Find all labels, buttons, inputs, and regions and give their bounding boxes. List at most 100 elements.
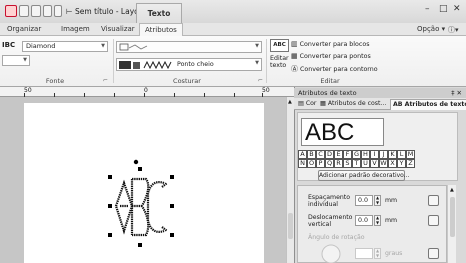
stitch-type-combo[interactable]: Ponto cheio ▼ xyxy=(116,58,262,71)
convert-blocks-button[interactable]: ▥ Converter para blocos xyxy=(291,40,370,48)
letter-key[interactable]: K xyxy=(388,150,397,159)
scroll-up-icon[interactable]: ▲ xyxy=(288,99,292,105)
font-size-combo[interactable]: ▼ xyxy=(2,55,30,66)
edit-text-line1: Editar xyxy=(270,55,289,62)
letter-key[interactable]: Y xyxy=(397,159,406,168)
letter-key[interactable]: S xyxy=(343,159,352,168)
title-bar: ⊢ Sem título - Layou... Texto – □ ✕ xyxy=(0,0,466,23)
options-menu[interactable]: Opção ▾ xyxy=(417,25,445,33)
vertical-offset-field[interactable]: 0.0 xyxy=(355,215,373,226)
spacing-stepper[interactable]: ▲ ▼ xyxy=(374,195,381,206)
letter-key[interactable]: E xyxy=(334,150,343,159)
tab-atributos[interactable]: Atributos xyxy=(139,23,183,37)
customize-quickaccess-icon[interactable] xyxy=(54,5,62,17)
letter-key[interactable]: U xyxy=(361,159,370,168)
maximize-button[interactable]: □ xyxy=(439,4,448,14)
letter-key[interactable]: V xyxy=(370,159,379,168)
panel-title-bar: Atributos de texto ‡ ✕ xyxy=(294,88,466,98)
convert-stitches-button[interactable]: ▦ Converter para pontos xyxy=(291,52,371,60)
convert-outline-button[interactable]: Ⓐ Converter para contorno xyxy=(291,64,378,74)
tab-organizar[interactable]: Organizar xyxy=(7,25,41,33)
spacing-apply-icon[interactable] xyxy=(428,195,439,206)
letter-key[interactable]: X xyxy=(388,159,397,168)
tab-atributos-costura[interactable]: ▦ Atributos de cost... xyxy=(318,99,388,110)
tab-atributos-texto[interactable]: AB Atributos de texto xyxy=(390,99,466,110)
font-combo-value: Diamond xyxy=(26,42,56,50)
letter-key[interactable]: D xyxy=(325,150,334,159)
edit-text-label[interactable]: Editar texto xyxy=(270,55,289,69)
rotation-label: Ângulo de rotação xyxy=(308,234,365,241)
spacing-label-line2: individual xyxy=(308,201,339,208)
chevron-down-icon: ▼ xyxy=(255,60,259,66)
letter-key[interactable]: A xyxy=(298,150,307,159)
text-path-combo[interactable]: ▼ xyxy=(116,41,262,53)
spacing-field[interactable]: 0.0 xyxy=(355,195,373,206)
chevron-down-icon: ▼ xyxy=(255,43,259,49)
convert-stitches-label: Converter para pontos xyxy=(299,53,371,60)
font-combo[interactable]: Diamond ▼ xyxy=(22,41,108,52)
letter-key[interactable]: H xyxy=(361,150,370,159)
ruler-label: 50 xyxy=(24,87,32,94)
letter-key[interactable]: C xyxy=(316,150,325,159)
text-properties: Espaçamento individual 0.0 ▲ ▼ mm Desloca… xyxy=(297,185,447,263)
tab-cor[interactable]: ▤ Cor xyxy=(296,99,318,110)
letter-key[interactable]: M xyxy=(406,150,415,159)
group-separator xyxy=(113,39,114,83)
panel-pin-close-icon[interactable]: ‡ ✕ xyxy=(451,88,462,98)
tab-imagem[interactable]: Imagem xyxy=(61,25,90,33)
dialog-launcher-icon[interactable]: ⌐ xyxy=(258,77,263,84)
context-tab-texto[interactable]: Texto xyxy=(136,3,182,23)
embroidery-hoop[interactable] xyxy=(24,103,264,263)
letter-key[interactable]: T xyxy=(352,159,361,168)
letter-key[interactable]: N xyxy=(298,159,307,168)
letter-key[interactable]: R xyxy=(334,159,343,168)
letter-key[interactable]: W xyxy=(379,159,388,168)
spacing-label: Espaçamento individual xyxy=(308,194,350,208)
convert-blocks-label: Converter para blocos xyxy=(299,41,370,48)
redo-icon[interactable] xyxy=(43,5,52,17)
font-glyph-icon: IBC xyxy=(2,41,16,49)
color-swatch-icon: ▤ xyxy=(298,100,304,107)
letter-key[interactable]: F xyxy=(343,150,352,159)
scrollbar-thumb[interactable] xyxy=(450,197,455,237)
scrollbar-thumb[interactable] xyxy=(288,213,293,239)
letter-key[interactable]: G xyxy=(352,150,361,159)
app-logo-icon[interactable] xyxy=(5,5,17,17)
vertical-offset-apply-icon[interactable] xyxy=(428,215,439,226)
letter-key[interactable]: Q xyxy=(325,159,334,168)
letter-grid[interactable]: ABCDEFGHIJKLM NOPQRSTUVWXYZ xyxy=(298,150,418,168)
letter-key[interactable]: B xyxy=(307,150,316,159)
panel-vertical-scrollbar[interactable]: ▲ xyxy=(447,185,456,263)
letter-key[interactable]: O xyxy=(307,159,316,168)
scroll-up-icon[interactable]: ▲ xyxy=(450,187,454,193)
letter-key[interactable]: J xyxy=(379,150,388,159)
undo-icon[interactable] xyxy=(31,5,41,17)
edit-text-abc-icon[interactable]: ABC xyxy=(270,39,289,52)
letter-key[interactable]: Z xyxy=(406,159,415,168)
vertical-offset-stepper[interactable]: ▲ ▼ xyxy=(374,215,381,226)
text-path-icon xyxy=(119,43,148,51)
canvas-vertical-scrollbar[interactable]: ▲ xyxy=(286,97,294,263)
options-label: Opção xyxy=(417,25,440,33)
panel-title: Atributos de texto xyxy=(298,89,357,97)
rotation-apply-icon[interactable] xyxy=(428,248,439,259)
minimize-button[interactable]: – xyxy=(425,4,430,14)
add-decorative-pattern-button[interactable]: Adicionar padrão decorativo... xyxy=(318,170,409,181)
close-button[interactable]: ✕ xyxy=(453,4,461,14)
dialog-launcher-icon[interactable]: ⌐ xyxy=(103,77,108,84)
text-preview: ABC xyxy=(301,118,384,146)
tab-cor-label: Cor xyxy=(305,100,317,107)
convert-blocks-icon: ▥ xyxy=(291,40,298,48)
monogram-design[interactable] xyxy=(24,103,264,263)
ruler-label: 50 xyxy=(262,87,270,94)
tab-visualizar[interactable]: Visualizar xyxy=(101,25,135,33)
edit-text-line2: texto xyxy=(270,62,287,69)
group-label-costurar: Costurar xyxy=(173,77,201,85)
info-icon[interactable]: ⓘ▾ xyxy=(448,25,459,35)
quick-access-icon[interactable] xyxy=(19,5,29,17)
letter-key[interactable]: I xyxy=(370,150,379,159)
letter-key[interactable]: L xyxy=(397,150,406,159)
rotation-stepper: ▲ ▼ xyxy=(374,248,381,259)
convert-outline-label: Converter para contorno xyxy=(300,66,378,73)
letter-key[interactable]: P xyxy=(316,159,325,168)
